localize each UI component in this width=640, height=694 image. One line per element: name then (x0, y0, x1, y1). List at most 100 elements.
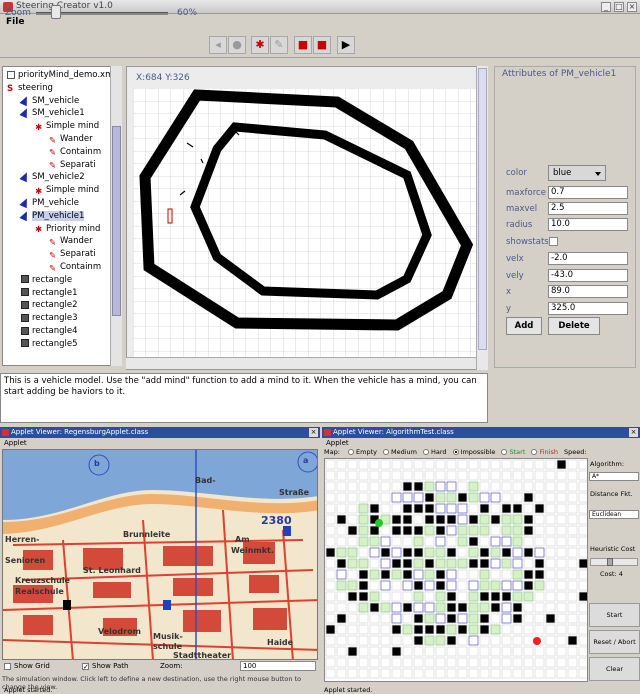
menu-file[interactable]: File (6, 17, 24, 27)
heuristic-slider[interactable] (590, 558, 638, 566)
map-label: Velodrom (98, 627, 141, 636)
tree-item[interactable]: ✎ Wander (49, 235, 93, 248)
attr-maxvel-field[interactable]: 2.5 (548, 202, 628, 215)
close-button[interactable]: × (627, 2, 637, 12)
grid-cell (380, 613, 391, 624)
applet1-menu[interactable]: Applet (4, 439, 27, 447)
behavior-icon: ✎ (49, 148, 57, 159)
tree-item[interactable]: ✎ Separati (49, 159, 96, 172)
distance-select[interactable]: Euclidean (589, 510, 639, 519)
tree-item[interactable]: rectangle3 (21, 312, 78, 324)
tree-item[interactable]: Ssteering (7, 82, 53, 95)
grid-cell (545, 514, 556, 525)
tree-item[interactable]: SM_vehicle2 (19, 171, 85, 183)
close-icon[interactable]: × (629, 428, 638, 437)
grid-cell (380, 602, 391, 613)
vehicle-tool-icon[interactable]: ◂ (209, 36, 227, 54)
tree-item[interactable]: ✎ Containm (49, 146, 101, 159)
close-icon[interactable]: × (309, 428, 318, 437)
show-path-checkbox[interactable]: ✓ (82, 663, 89, 671)
play-icon[interactable]: ▶ (337, 36, 355, 54)
attr-velx-field[interactable]: -2.0 (548, 252, 628, 265)
behavior-tool-icon[interactable]: ✎ (270, 36, 288, 54)
grid-cell (567, 525, 578, 536)
tree-item[interactable]: ✎ Containm (49, 261, 101, 274)
grid-cell (435, 668, 446, 679)
tree-item[interactable]: ✱ Simple mind (35, 184, 99, 197)
tree-item[interactable]: ✎ Wander (49, 133, 93, 146)
tree-item[interactable]: ✎ Separati (49, 248, 96, 261)
grid-cell (490, 668, 501, 679)
tree-item[interactable]: priorityMind_demo.xml (7, 69, 116, 81)
start-radio[interactable]: Start (501, 448, 525, 456)
zoom-slider-thumb[interactable] (50, 5, 61, 19)
grid-cell (402, 602, 413, 613)
map-radio-hard[interactable]: Hard (422, 448, 447, 456)
grid-cell (336, 602, 347, 613)
city-map[interactable]: b a Bad- Straße 2380 Brunnleite Herren- … (2, 449, 318, 660)
obstacle-tool-icon[interactable]: ● (228, 36, 246, 54)
tree-item[interactable]: rectangle2 (21, 299, 78, 311)
tree-item[interactable]: rectangle4 (21, 325, 78, 337)
tree-item-label: Simple mind (46, 121, 100, 132)
grid-cell (347, 470, 358, 481)
tree-item-label: Wander (60, 236, 93, 247)
tree-item[interactable]: ✱ Priority mind (35, 223, 100, 236)
map-radio-impossible[interactable]: Impossible (452, 448, 495, 456)
tree-item[interactable]: rectangle1 (21, 287, 78, 299)
grid-cell (413, 470, 424, 481)
map-zoom-select[interactable]: 100 (240, 661, 316, 671)
show-grid-checkbox[interactable] (4, 663, 11, 670)
grid-cell (446, 624, 457, 635)
tree-item[interactable]: rectangle (21, 274, 72, 286)
grid-cell (380, 470, 391, 481)
attr-radius-field[interactable]: 10.0 (548, 218, 628, 231)
mind-tool-icon[interactable]: ✱ (251, 36, 269, 54)
start-button[interactable]: Start (589, 603, 640, 627)
tree-scrollbar[interactable] (110, 66, 122, 366)
add-button[interactable]: Add (506, 317, 542, 335)
editor-canvas[interactable] (126, 66, 488, 370)
minimize-button[interactable]: _ (601, 2, 611, 12)
tree-item[interactable]: SM_vehicle1 (19, 107, 85, 119)
finish-radio[interactable]: Finish (531, 448, 558, 456)
tree-item[interactable]: SM_vehicle (19, 94, 79, 107)
clear-button[interactable]: Clear (589, 657, 640, 681)
tree-item[interactable]: ✱ Simple mind (35, 120, 100, 133)
showstats-checkbox[interactable] (549, 237, 558, 246)
grid-cell (468, 613, 479, 624)
attr-y-field[interactable]: 325.0 (548, 301, 628, 315)
grid-cell (512, 624, 523, 635)
maximize-button[interactable]: □ (614, 2, 624, 12)
map-radio-medium[interactable]: Medium (382, 448, 417, 456)
grid-cell (446, 558, 457, 569)
grid-cell (545, 536, 556, 547)
algorithm-label: Algorithm: (590, 460, 625, 468)
tree-item[interactable]: PM_vehicle1 (19, 209, 85, 222)
scene-tree[interactable]: priorityMind_demo.xml Ssteering SM_vehicle… (2, 66, 122, 366)
grid-cell (545, 470, 556, 481)
grid-cell (380, 591, 391, 602)
map-radio-empty[interactable]: Empty (348, 448, 377, 456)
tree-item[interactable]: rectangle5 (21, 338, 78, 350)
attr-maxforce-field[interactable]: 0.7 (548, 186, 628, 199)
algorithm-select[interactable]: A* (589, 472, 639, 481)
grid-cell (556, 470, 567, 481)
attr-x-field[interactable]: 89.0 (548, 285, 628, 298)
reset-abort-button[interactable]: Reset / Abort (589, 630, 640, 654)
applet2-menu[interactable]: Applet (326, 439, 349, 447)
mind-add-icon[interactable]: ■ (294, 36, 312, 54)
grid-cell (391, 514, 402, 525)
map-label: Herren- (5, 535, 40, 544)
color-select[interactable]: blue (548, 165, 606, 181)
grid-cell (325, 558, 336, 569)
mind-remove-icon[interactable]: ■ (313, 36, 331, 54)
delete-button[interactable]: Delete (548, 317, 600, 335)
pathfinding-grid[interactable] (324, 458, 588, 682)
canvas-vscrollbar[interactable] (476, 66, 488, 370)
attr-vely-field[interactable]: -43.0 (548, 268, 628, 282)
grid-cell (468, 470, 479, 481)
canvas-hscrollbar[interactable] (126, 357, 476, 369)
tree-item-label: SM_vehicle1 (32, 108, 85, 119)
tree-item[interactable]: PM_vehicle (19, 196, 79, 209)
